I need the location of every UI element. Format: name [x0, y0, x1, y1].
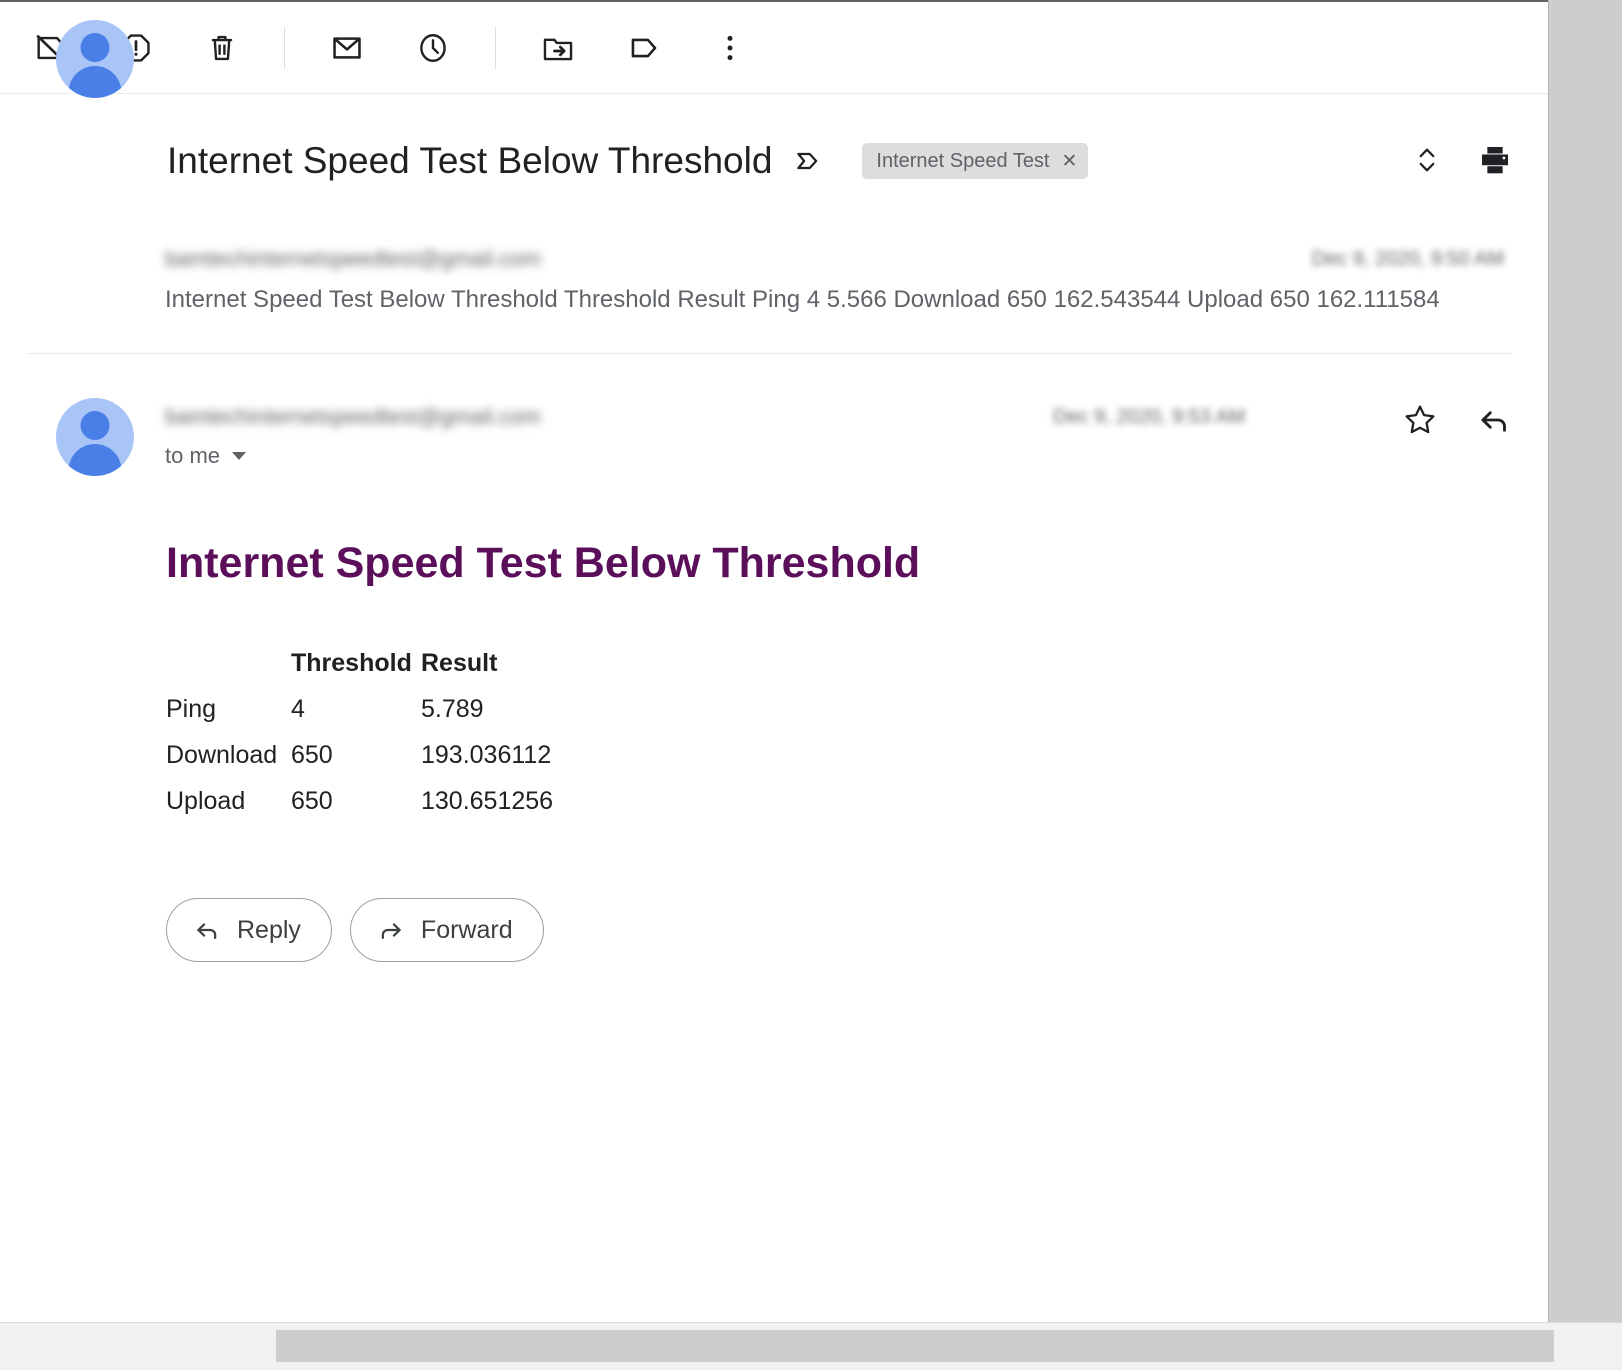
- print-button[interactable]: [1470, 136, 1520, 186]
- snooze-button[interactable]: [409, 24, 457, 72]
- expand-collapse-icon: [1413, 144, 1441, 179]
- message-action-buttons: Reply Forward: [166, 898, 562, 962]
- move-to-button[interactable]: [534, 24, 582, 72]
- table-header-threshold: Threshold: [291, 649, 412, 677]
- avatar-body: [68, 444, 122, 476]
- speed-test-table: Threshold Result Ping 4 5.789 Download 6…: [166, 640, 681, 824]
- toolbar-separator-1: [284, 26, 285, 69]
- labels-button[interactable]: [620, 24, 668, 72]
- avatar-body: [68, 66, 122, 98]
- recipient-dropdown[interactable]: to me: [165, 443, 247, 469]
- horizontal-scrollbar-thumb[interactable]: [276, 1330, 1554, 1362]
- gmail-message-view: Internet Speed Test Below Threshold Inte…: [0, 0, 1622, 1370]
- table-header-row: Threshold Result: [166, 640, 681, 686]
- reply-button[interactable]: Reply: [166, 898, 332, 962]
- more-options-button[interactable]: [706, 24, 754, 72]
- message-date: Dec 9, 2020, 9:53 AM: [1053, 406, 1246, 428]
- cell-threshold: 650: [291, 787, 333, 815]
- table-row: Download 650 193.036112: [166, 732, 681, 778]
- forward-button-label: Forward: [420, 915, 513, 944]
- cell-metric: Upload: [166, 787, 246, 815]
- reply-button-label: Reply: [237, 915, 301, 944]
- cell-threshold: 4: [291, 695, 305, 723]
- avatar: [56, 20, 134, 98]
- toolbar-separator-2: [495, 26, 496, 69]
- message-toolbar: [0, 2, 1548, 93]
- recipient-label: to me: [165, 443, 221, 468]
- close-icon[interactable]: ✕: [1062, 152, 1078, 171]
- message-divider: [28, 353, 1512, 354]
- cell-result: 193.036112: [421, 741, 552, 769]
- label-chip-text: Internet Speed Test: [876, 149, 1050, 172]
- message-snippet: Internet Speed Test Below Threshold Thre…: [165, 286, 1440, 313]
- delete-button[interactable]: [198, 24, 246, 72]
- mark-unread-icon: [330, 31, 364, 65]
- vertical-scrollbar[interactable]: [1548, 0, 1622, 1322]
- toolbar-bottom-divider: [0, 93, 1548, 94]
- move-to-folder-icon: [541, 31, 575, 65]
- message-sender: bamtechinternetspeedtest@gmail.com: [165, 404, 541, 429]
- forward-button[interactable]: Forward: [349, 898, 544, 962]
- message-sender: bamtechinternetspeedtest@gmail.com: [165, 246, 541, 271]
- label-inbox-icon: [794, 146, 824, 176]
- table-row: Ping 4 5.789: [166, 686, 681, 732]
- table-header-result: Result: [421, 649, 498, 677]
- cell-threshold: 650: [291, 741, 333, 769]
- snooze-clock-icon: [416, 31, 450, 65]
- expand-collapse-button[interactable]: [1402, 136, 1452, 186]
- print-icon: [1478, 143, 1512, 180]
- forward-arrow-icon: [377, 916, 405, 944]
- subject-header: Internet Speed Test Below Threshold Inte…: [0, 118, 1548, 204]
- avatar: [56, 398, 134, 476]
- email-body-heading: Internet Speed Test Below Threshold: [166, 539, 921, 587]
- cell-metric: Ping: [166, 695, 217, 723]
- star-outline-icon[interactable]: [1394, 394, 1446, 446]
- chevron-down-icon: [232, 452, 247, 460]
- reply-arrow-icon: [193, 916, 221, 944]
- avatar-head: [80, 33, 110, 62]
- horizontal-scrollbar[interactable]: [0, 1322, 1622, 1370]
- mark-unread-button[interactable]: [323, 24, 371, 72]
- page-title: Internet Speed Test Below Threshold: [167, 140, 773, 181]
- table-header-metric: [166, 640, 291, 686]
- table-row: Upload 650 130.651256: [166, 778, 681, 824]
- more-options-icon: [713, 31, 747, 65]
- thread-label-chip[interactable]: Internet Speed Test ✕: [862, 143, 1089, 179]
- cell-metric: Download: [166, 741, 278, 769]
- avatar-head: [80, 411, 110, 440]
- cell-result: 130.651256: [421, 787, 554, 815]
- message-date: Dec 9, 2020, 9:50 AM: [1311, 248, 1504, 270]
- cell-result: 5.789: [421, 695, 484, 723]
- reply-arrow-icon[interactable]: [1468, 394, 1520, 446]
- trash-icon: [205, 31, 239, 65]
- label-tag-icon: [627, 31, 661, 65]
